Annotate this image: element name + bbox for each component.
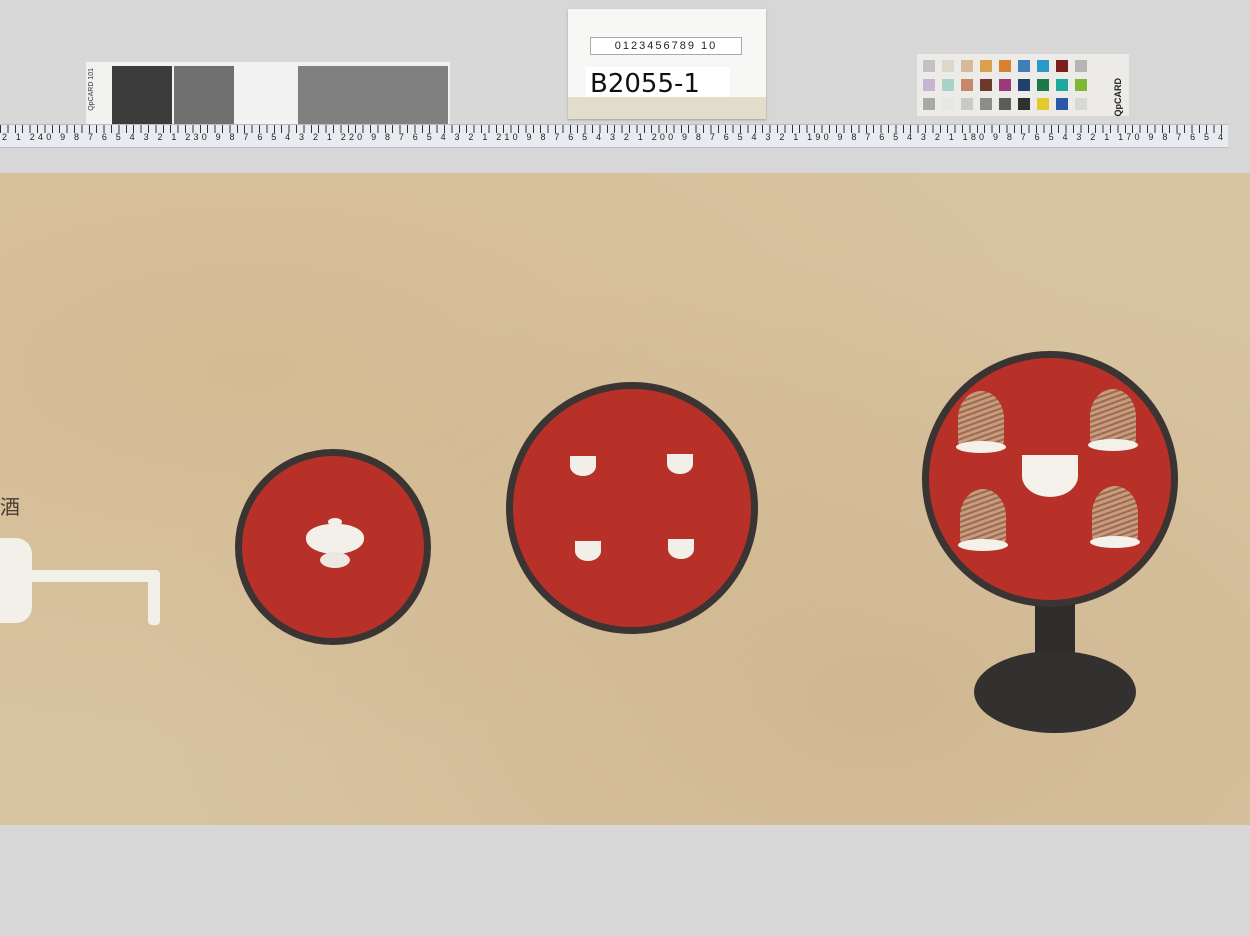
gray-swatch-mid [174,66,234,126]
color-chip [923,60,935,72]
ruler-numbers: 2 1 240 9 8 7 6 5 4 3 2 1 230 9 8 7 6 5 … [2,132,1228,142]
color-chip [1056,98,1068,110]
color-checker-card: QpCARD [917,54,1129,117]
cup-icon [667,454,693,474]
steamed-bun-stack-icon [1090,389,1136,445]
accession-number: B2055-1 [586,67,730,101]
steamed-bun-stack-icon [1092,486,1138,542]
color-chip [961,60,973,72]
lidded-bowl-icon [306,518,364,570]
color-chip [1075,98,1087,110]
cup-icon [668,539,694,559]
color-chip [1018,98,1030,110]
vessel-handle-end [148,570,160,625]
white-bowl-icon [1022,455,1078,497]
grayscale-card-label: QpCARD 101 [88,68,95,111]
color-chip [1037,98,1049,110]
painting-scroll: 酒 [0,173,1250,825]
color-chip [961,79,973,91]
color-chip [1056,79,1068,91]
grayscale-reference-card: QpCARD 101 [86,62,450,128]
mini-ruler: 0123456789 10 [590,37,742,55]
color-chip [999,98,1011,110]
accession-label-card: 0123456789 10 B2055-1 [568,9,766,119]
steamed-bun-stack-icon [958,391,1004,447]
cup-icon [575,541,601,561]
color-chip [1037,60,1049,72]
color-chip [1018,60,1030,72]
vessel-handle [28,570,158,582]
gray-swatch-dark [112,66,172,126]
red-lacquer-tray-medium [506,382,758,634]
steamed-bun-stack-icon [960,489,1006,545]
color-chip [942,79,954,91]
color-chip [1018,79,1030,91]
color-chip [999,79,1011,91]
color-chip [942,98,954,110]
cup-icon [570,456,596,476]
color-card-brand: QpCARD [1113,78,1123,117]
tray-stand-base [974,651,1136,733]
calligraphy-character: 酒 [0,495,20,519]
color-chip [1075,79,1087,91]
color-chip [923,98,935,110]
color-chip [942,60,954,72]
color-chip [1037,79,1049,91]
measuring-ruler: 2 1 240 9 8 7 6 5 4 3 2 1 230 9 8 7 6 5 … [0,124,1228,148]
color-chip [980,60,992,72]
color-chip [999,60,1011,72]
saucer-icon [958,539,1008,551]
color-chip [980,98,992,110]
wine-vessel-fragment [0,538,32,623]
color-chip [923,79,935,91]
gray-swatch-white [234,66,296,126]
card-stand [568,97,766,119]
gray-swatch-light [298,66,448,126]
color-chip [1075,60,1087,72]
saucer-icon [956,441,1006,453]
color-chip [980,79,992,91]
color-chip [1056,60,1068,72]
saucer-icon [1088,439,1138,451]
color-chip [961,98,973,110]
saucer-icon [1090,536,1140,548]
